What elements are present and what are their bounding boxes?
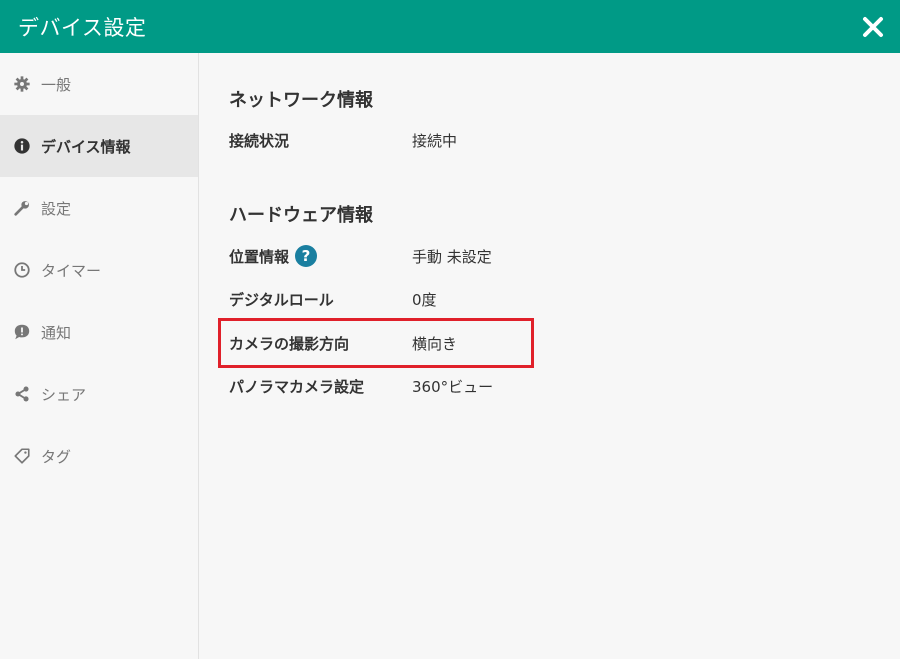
info-row-panorama: パノラマカメラ設定 360°ビュー bbox=[229, 374, 493, 398]
sidebar-item-settings[interactable]: 設定 bbox=[0, 177, 198, 239]
row-value: 接続中 bbox=[412, 131, 458, 150]
sidebar-item-device-info[interactable]: デバイス情報 bbox=[0, 115, 198, 177]
sidebar-item-label: タグ bbox=[41, 447, 72, 466]
sidebar-item-tag[interactable]: タグ bbox=[0, 425, 198, 487]
row-label: パノラマカメラ設定 bbox=[229, 377, 365, 396]
share-icon bbox=[12, 384, 32, 404]
dialog-title: デバイス設定 bbox=[18, 15, 147, 40]
info-icon bbox=[12, 136, 32, 156]
sidebar-item-notification[interactable]: 通知 bbox=[0, 301, 198, 363]
hardware-section-title: ハードウェア情報 bbox=[229, 205, 373, 226]
sidebar-item-label: 通知 bbox=[41, 323, 72, 342]
tag-icon bbox=[12, 446, 32, 466]
sidebar-item-share[interactable]: シェア bbox=[0, 363, 198, 425]
header-bar: デバイス設定 bbox=[0, 0, 900, 53]
close-icon bbox=[863, 16, 883, 37]
sidebar-item-label: 設定 bbox=[41, 199, 72, 218]
sidebar-item-label: デバイス情報 bbox=[41, 137, 131, 156]
alert-bubble-icon bbox=[12, 322, 32, 342]
sidebar-item-general[interactable]: 一般 bbox=[0, 53, 198, 115]
gear-icon bbox=[12, 74, 32, 94]
sidebar: 一般 デバイス情報 設定 タイマー 通知 シェア タグ bbox=[0, 53, 199, 659]
main-panel: ネットワーク情報 接続状況 接続中 ハードウェア情報 位置情報 ? 手動 未設定… bbox=[199, 53, 900, 659]
info-row-connection: 接続状況 接続中 bbox=[229, 128, 457, 152]
network-section-title: ネットワーク情報 bbox=[229, 90, 373, 111]
row-value: 0度 bbox=[412, 290, 437, 309]
row-value: 手動 未設定 bbox=[412, 247, 492, 266]
row-label: デジタルロール bbox=[229, 290, 334, 309]
sidebar-item-label: シェア bbox=[41, 385, 87, 404]
help-icon[interactable]: ? bbox=[295, 245, 318, 267]
row-value: 360°ビュー bbox=[412, 377, 494, 396]
row-label: 接続状況 bbox=[229, 131, 290, 150]
clock-icon bbox=[12, 260, 32, 280]
sidebar-item-label: 一般 bbox=[41, 75, 72, 94]
wrench-icon bbox=[12, 198, 32, 218]
highlight-box bbox=[218, 318, 534, 368]
info-row-digital-roll: デジタルロール 0度 bbox=[229, 287, 437, 311]
row-label: 位置情報 bbox=[229, 247, 290, 266]
close-button[interactable] bbox=[860, 14, 886, 40]
sidebar-item-label: タイマー bbox=[41, 261, 102, 280]
sidebar-item-timer[interactable]: タイマー bbox=[0, 239, 198, 301]
info-row-location: 位置情報 ? 手動 未設定 bbox=[229, 244, 492, 268]
